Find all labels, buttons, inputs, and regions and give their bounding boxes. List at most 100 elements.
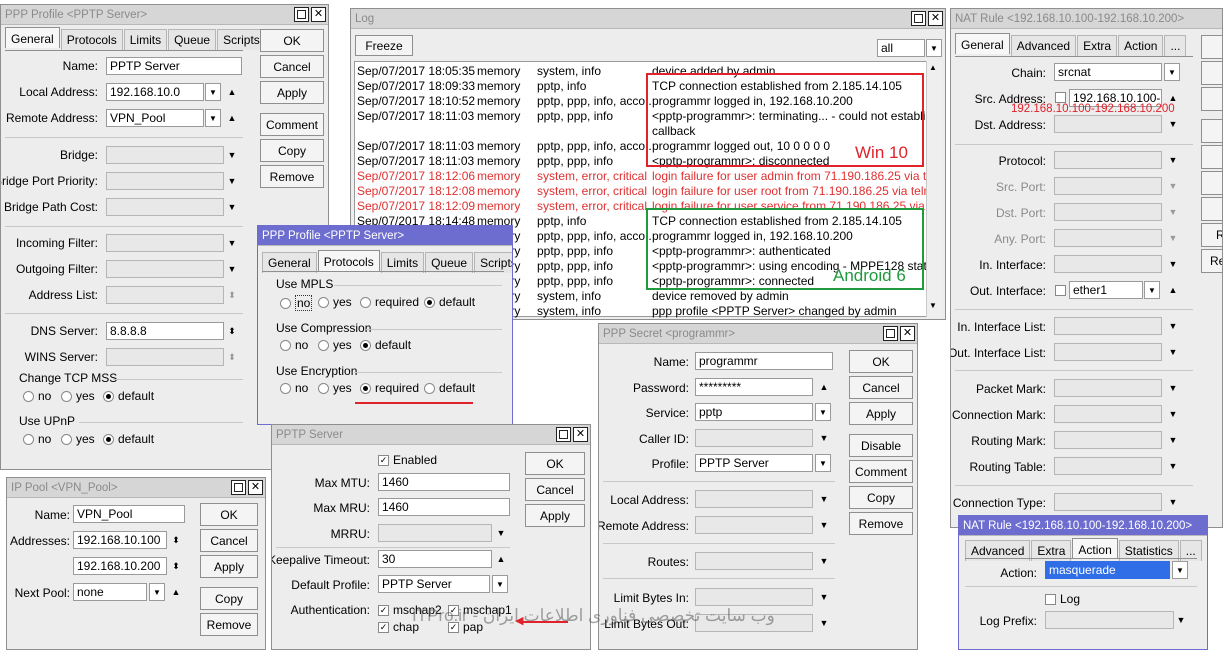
local-address-arrow[interactable]: ▼ — [819, 490, 829, 508]
any-port-arrow[interactable]: ▼ — [1168, 229, 1178, 247]
comment-button[interactable]: Comment — [260, 113, 324, 136]
log-row[interactable]: Sep/07/2017 18:12:08 memory system, error,… — [357, 184, 927, 199]
tab-general[interactable]: General — [5, 27, 60, 48]
ok-button[interactable]: OK — [525, 452, 585, 475]
default-profile-dropdown[interactable]: ▼ — [492, 575, 508, 593]
log-filter-select[interactable]: all — [877, 39, 925, 57]
protocol-arrow[interactable]: ▼ — [1168, 151, 1178, 169]
apply-button[interactable]: Apply — [260, 81, 324, 104]
encryption-default-radio[interactable]: default — [424, 381, 475, 395]
out-interface-dropdown[interactable]: ▼ — [1144, 281, 1160, 299]
next-pool-arrow[interactable]: ▲ — [171, 583, 181, 601]
maximize-icon[interactable] — [883, 326, 898, 341]
dst-address-arrow[interactable]: ▼ — [1168, 115, 1178, 133]
local-address-field[interactable] — [695, 490, 813, 508]
log-prefix-field[interactable] — [1045, 611, 1174, 629]
address-list-arrows[interactable]: ⬍ — [227, 286, 237, 304]
ok-button-partial[interactable] — [1201, 35, 1222, 59]
tab-protocols[interactable]: Protocols — [60, 29, 123, 50]
mpls-default-radio[interactable]: default — [424, 295, 475, 309]
tcp-mss-yes-radio[interactable]: yes — [61, 389, 95, 403]
next-pool-field[interactable]: none — [73, 583, 147, 601]
tab-advanced[interactable]: Advanced — [1010, 35, 1077, 56]
dst-address-field[interactable] — [1054, 115, 1162, 133]
name-field[interactable]: PPTP Server — [106, 57, 242, 75]
routing-table-arrow[interactable]: ▼ — [1168, 457, 1178, 475]
out-interface-not-checkbox[interactable] — [1055, 285, 1066, 296]
profile-dropdown[interactable]: ▼ — [815, 454, 831, 472]
tab-general[interactable]: General — [955, 33, 1010, 54]
cancel-button[interactable]: Cancel — [525, 478, 585, 501]
encryption-no-radio[interactable]: no — [280, 381, 308, 395]
log-titlebar[interactable]: Log ✕ — [351, 9, 945, 29]
limit-bytes-in-arrow[interactable]: ▼ — [819, 588, 829, 606]
compression-no-radio[interactable]: no — [280, 338, 308, 352]
mrru-arrow[interactable]: ▼ — [496, 524, 506, 542]
tab-queue[interactable]: Queue — [425, 252, 474, 273]
remote-address-field[interactable]: VPN_Pool — [106, 109, 204, 127]
ok-button[interactable]: OK — [260, 29, 324, 52]
name-field[interactable]: programmr — [695, 352, 833, 370]
compression-yes-radio[interactable]: yes — [318, 338, 352, 352]
bridge-port-priority-arrow[interactable]: ▼ — [227, 172, 237, 190]
mpls-no-radio[interactable]: no — [280, 295, 313, 311]
nat-rule-titlebar[interactable]: NAT Rule <192.168.10.100-192.168.10.200> — [951, 9, 1222, 29]
log-checkbox[interactable]: Log — [1045, 592, 1080, 606]
tab-scripts[interactable]: Scripts — [474, 252, 512, 273]
address-range-2-arrows[interactable]: ⬍ — [171, 557, 181, 575]
limit-bytes-out-arrow[interactable]: ▼ — [819, 614, 829, 632]
ok-button[interactable]: OK — [200, 503, 258, 526]
any-port-field[interactable] — [1054, 229, 1162, 247]
address-range-1-field[interactable]: 192.168.10.100 — [73, 531, 167, 549]
tab-limits[interactable]: Limits — [380, 252, 425, 273]
src-port-field[interactable] — [1054, 177, 1162, 195]
close-icon[interactable]: ✕ — [311, 7, 326, 22]
close-icon[interactable]: ✕ — [248, 480, 263, 495]
address-range-2-field[interactable]: 192.168.10.200 — [73, 557, 167, 575]
local-address-field[interactable]: 192.168.10.0 — [106, 83, 204, 101]
out-interface-field[interactable]: ether1 — [1069, 281, 1143, 299]
password-arrow[interactable]: ▲ — [819, 378, 829, 396]
routing-mark-arrow[interactable]: ▼ — [1168, 431, 1178, 449]
name-field[interactable]: VPN_Pool — [73, 505, 185, 523]
remote-address-arrow[interactable]: ▼ — [819, 516, 829, 534]
remote-address-up-arrow[interactable]: ▲ — [227, 109, 237, 127]
tab-action[interactable]: Action — [1072, 538, 1118, 559]
connection-mark-field[interactable] — [1054, 405, 1162, 423]
remove-button[interactable]: Remove — [200, 613, 258, 636]
upnp-yes-radio[interactable]: yes — [61, 432, 95, 446]
remote-address-dropdown[interactable]: ▼ — [205, 109, 221, 127]
packet-mark-arrow[interactable]: ▼ — [1168, 379, 1178, 397]
compression-default-radio[interactable]: default — [360, 338, 411, 352]
in-interface-arrow[interactable]: ▼ — [1168, 255, 1178, 273]
mpls-yes-radio[interactable]: yes — [318, 295, 352, 309]
service-field[interactable]: pptp — [695, 403, 813, 421]
remove-button-partial[interactable] — [1201, 197, 1222, 221]
pptp-server-titlebar[interactable]: PPTP Server ✕ — [272, 425, 590, 445]
apply-button[interactable]: Apply — [200, 555, 258, 578]
log-row[interactable]: Sep/07/2017 18:12:06 memory system, error,… — [357, 169, 927, 184]
mpls-required-radio[interactable]: required — [360, 295, 419, 309]
copy-button[interactable]: Copy — [849, 486, 913, 509]
comment-button-partial[interactable] — [1201, 145, 1222, 169]
protocol-field[interactable] — [1054, 151, 1162, 169]
close-icon[interactable]: ✕ — [900, 326, 915, 341]
reset-counters-button[interactable]: R — [1201, 223, 1222, 247]
copy-button[interactable]: Copy — [200, 587, 258, 610]
encryption-yes-radio[interactable]: yes — [318, 381, 352, 395]
keepalive-arrow[interactable]: ▲ — [496, 550, 506, 568]
caller-id-field[interactable] — [695, 429, 813, 447]
cancel-button-partial[interactable] — [1201, 61, 1222, 85]
chain-field[interactable]: srcnat — [1054, 63, 1162, 81]
encryption-required-radio[interactable]: required — [360, 381, 419, 395]
disable-button[interactable]: Disable — [849, 434, 913, 457]
dns-server-field[interactable]: 8.8.8.8 — [106, 322, 224, 340]
comment-button[interactable]: Comment — [849, 460, 913, 483]
out-interface-arrow[interactable]: ▲ — [1168, 281, 1178, 299]
dns-server-arrows[interactable]: ⬍ — [227, 322, 237, 340]
bridge-field[interactable] — [106, 146, 224, 164]
maximize-icon[interactable] — [911, 11, 926, 26]
routing-table-field[interactable] — [1054, 457, 1162, 475]
out-interface-list-arrow[interactable]: ▼ — [1168, 343, 1178, 361]
incoming-filter-arrow[interactable]: ▼ — [227, 234, 237, 252]
